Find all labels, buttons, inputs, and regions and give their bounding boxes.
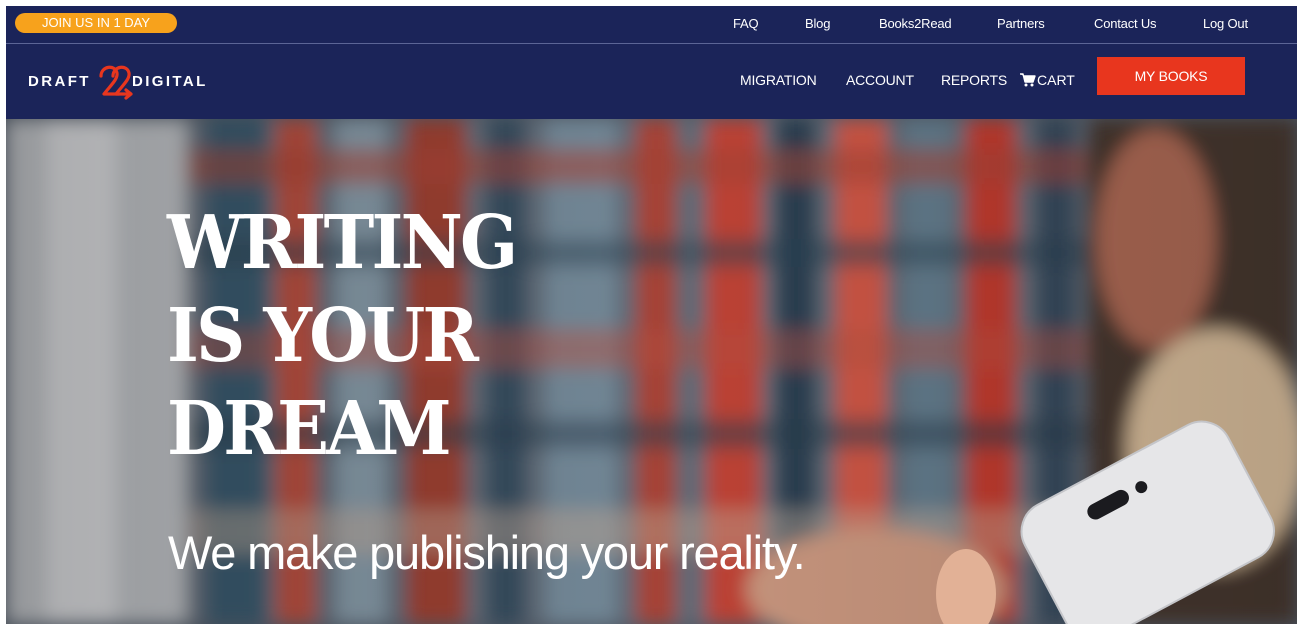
cart-icon (1020, 73, 1036, 87)
logo-word-right: DIGITAL (132, 73, 208, 90)
headline-line-1: WRITING (167, 200, 518, 286)
blog-link[interactable]: Blog (805, 16, 830, 32)
draft2digital-logo[interactable]: DRAFT DIGITAL (28, 60, 218, 104)
nav-reports[interactable]: REPORTS (941, 71, 1007, 89)
nav-cart[interactable]: CART (1020, 71, 1075, 89)
contact-us-link[interactable]: Contact Us (1094, 16, 1157, 32)
partners-link[interactable]: Partners (997, 16, 1045, 32)
headline-line-3: DREAM (167, 386, 452, 472)
hero-banner: WRITING IS YOUR DREAM We make publishing… (6, 119, 1297, 624)
logo-word-left: DRAFT (28, 73, 91, 90)
main-nav: DRAFT DIGITAL MIGRATION ACCOUNT REPORTS … (6, 44, 1297, 119)
my-books-button[interactable]: MY BOOKS (1097, 57, 1245, 95)
hero-headline: WRITING IS YOUR DREAM (167, 197, 518, 476)
page: JOIN US IN 1 DAY FAQ Blog Books2Read Par… (6, 6, 1297, 624)
hero-tagline: We make publishing your reality. (168, 526, 806, 579)
cart-label: CART (1037, 72, 1075, 88)
faq-link[interactable]: FAQ (733, 16, 759, 32)
nav-account[interactable]: ACCOUNT (846, 71, 914, 89)
nav-migration[interactable]: MIGRATION (740, 71, 817, 89)
utility-bar: JOIN US IN 1 DAY FAQ Blog Books2Read Par… (6, 6, 1297, 44)
books2read-link[interactable]: Books2Read (879, 16, 952, 32)
log-out-link[interactable]: Log Out (1203, 16, 1248, 32)
join-us-button[interactable]: JOIN US IN 1 DAY (15, 13, 177, 33)
headline-line-2: IS YOUR (167, 293, 479, 379)
